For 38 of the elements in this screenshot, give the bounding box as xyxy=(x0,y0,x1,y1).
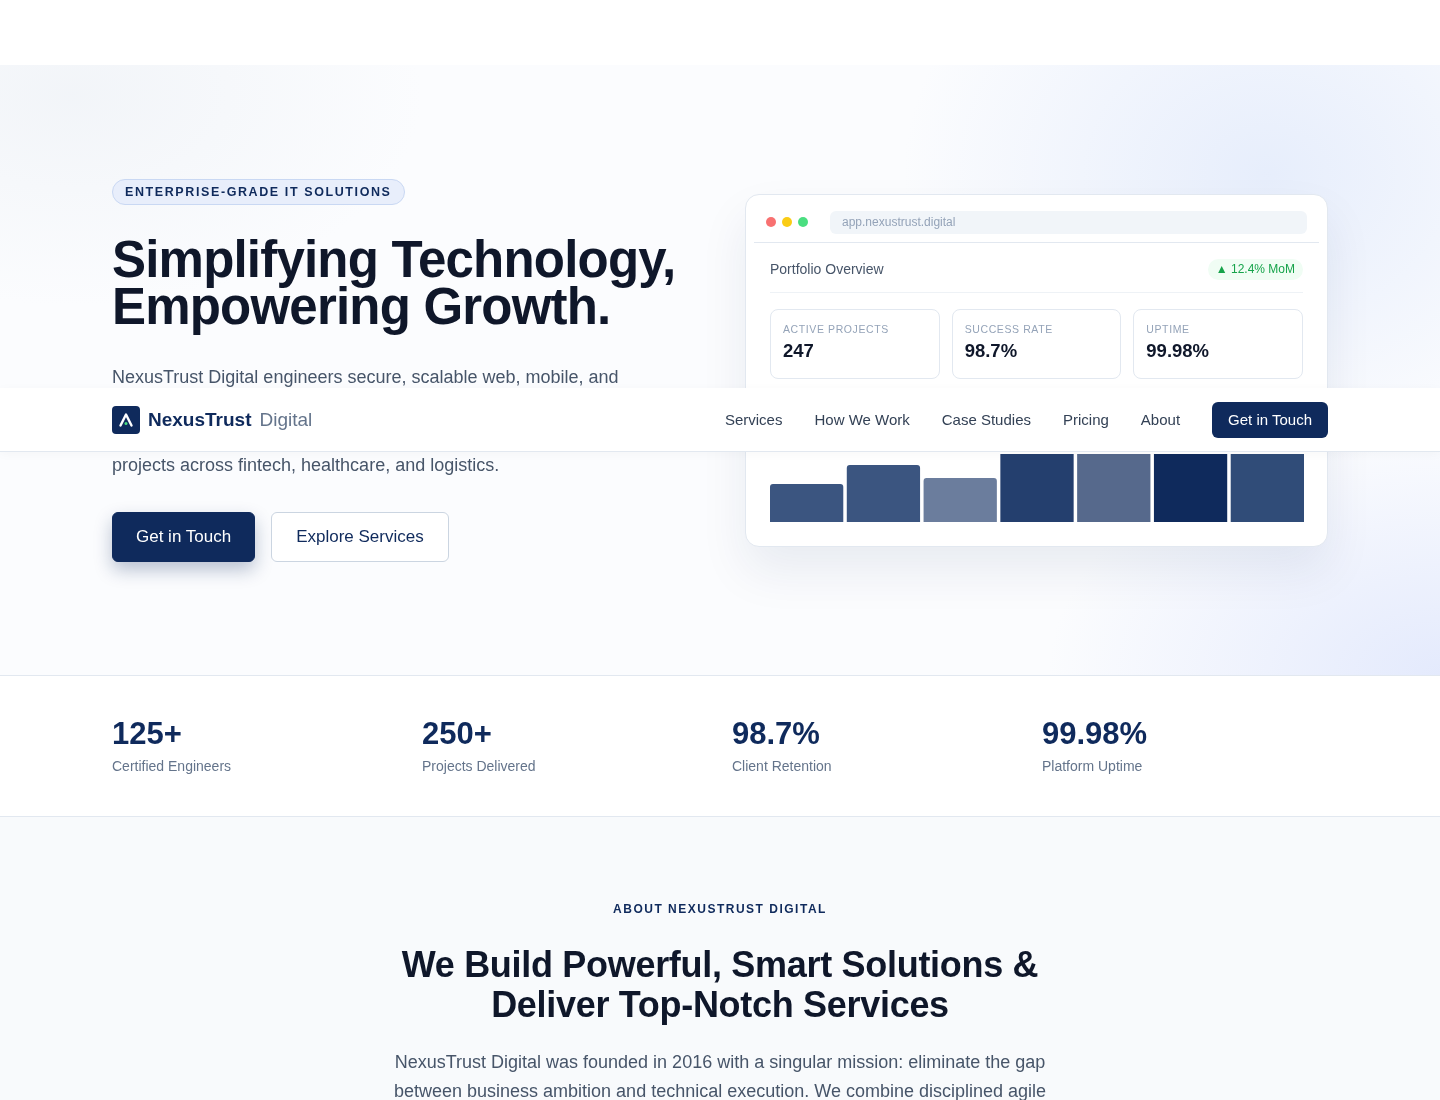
get-in-touch-button[interactable]: Get in Touch xyxy=(112,511,256,562)
stat-value: 125+ xyxy=(112,716,183,752)
section-eyebrow: ABOUT NEXUSTRUST DIGITAL xyxy=(613,901,827,917)
metric-label: UPTIME xyxy=(1146,321,1191,336)
logo-icon[interactable] xyxy=(112,406,140,434)
metric-value: 99.98% xyxy=(1146,339,1211,362)
stat-label: Platform Uptime xyxy=(1042,757,1144,776)
hero-text: NexusTrust Digital engineers secure, scalable web, mobile, and xyxy=(112,365,620,389)
window-dot-icon xyxy=(782,217,792,227)
window-dot-icon xyxy=(798,217,808,227)
explore-services-button[interactable]: Explore Services xyxy=(271,511,449,562)
brand-name[interactable]: NexusTrust xyxy=(148,405,252,435)
address-bar: app.nexustrust.digital xyxy=(830,210,1307,234)
trend-badge: ▲ 12.4% MoM xyxy=(1207,258,1303,280)
stat-value: 250+ xyxy=(422,716,493,752)
metric-value: 98.7% xyxy=(964,339,1019,362)
metric-label: ACTIVE PROJECTS xyxy=(783,321,890,336)
metric-value: 247 xyxy=(783,339,815,362)
stat-label: Projects Delivered xyxy=(422,757,537,776)
brand-suffix: Digital xyxy=(259,407,313,432)
get-in-touch-button[interactable]: Get in Touch xyxy=(1212,402,1328,438)
window-dot-icon xyxy=(766,217,776,227)
nav-link[interactable]: How We Work xyxy=(814,408,910,432)
stat-label: Certified Engineers xyxy=(112,757,233,776)
nav-link[interactable]: Case Studies xyxy=(941,408,1031,432)
section-text: NexusTrust Digital was founded in 2016 with a singular mission: eliminate the gap between business ambition and technical execution. We combine disciplined agile xyxy=(392,1051,1048,1100)
hero-heading: Simplifying Technology, Empowering Growth. xyxy=(112,230,677,337)
panel-title: Portfolio Overview xyxy=(770,259,884,279)
nav-link[interactable]: About xyxy=(1140,408,1181,432)
metric-label: SUCCESS RATE xyxy=(964,321,1054,336)
nav-link[interactable]: Pricing xyxy=(1063,408,1109,432)
tagline-badge: ENTERPRISE-GRADE IT SOLUTIONS xyxy=(112,178,405,205)
stat-value: 99.98% xyxy=(1042,716,1149,752)
hero-text: projects across fintech, healthcare, and logistics. xyxy=(112,453,501,477)
stat-value: 98.7% xyxy=(732,716,821,752)
nav-link[interactable]: Services xyxy=(724,408,783,432)
section-heading: We Build Powerful, Smart Solutions & Deliver Top-Notch Services xyxy=(400,945,1040,1025)
stat-label: Client Retention xyxy=(732,757,833,776)
